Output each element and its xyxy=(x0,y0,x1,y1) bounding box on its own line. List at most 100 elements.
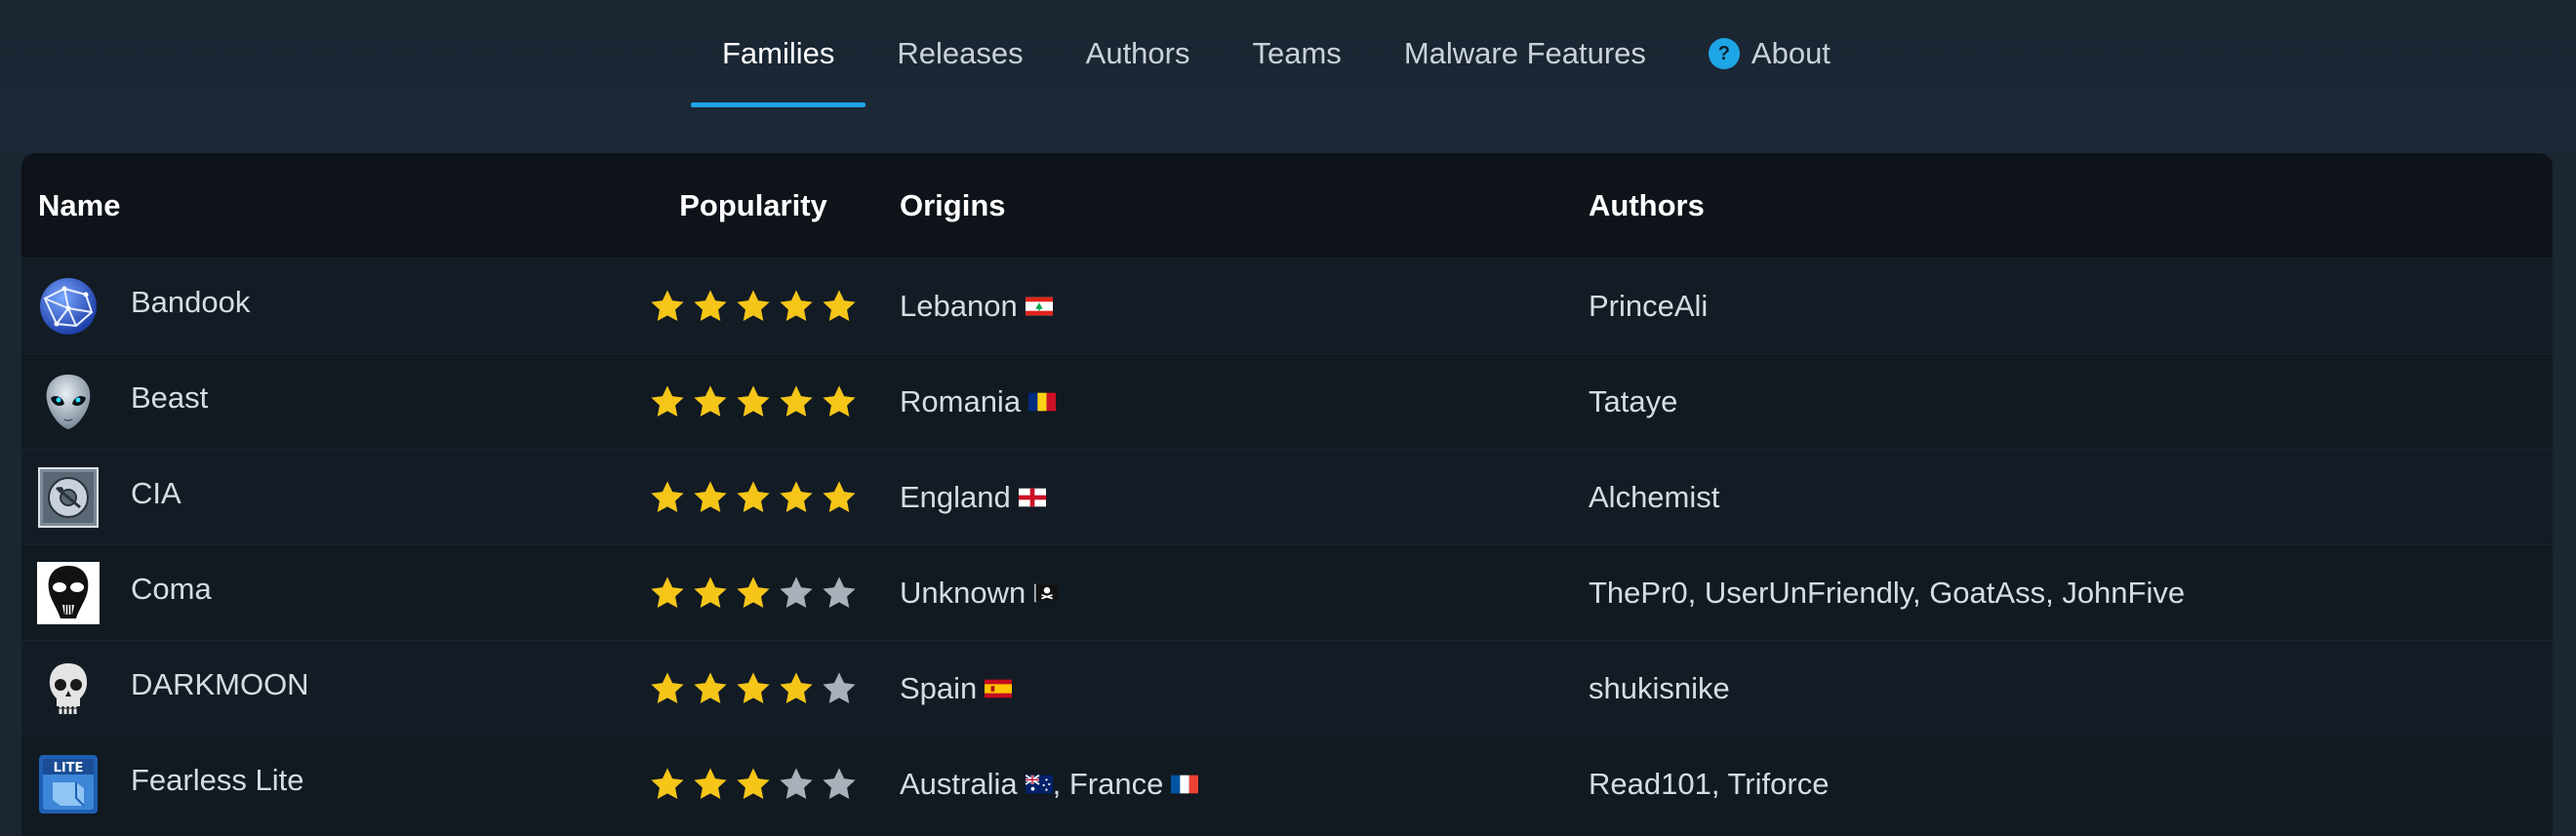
star-filled-icon xyxy=(692,670,729,707)
table-body: Bandook Lebanon PrinceAli Beast Romania … xyxy=(21,258,2553,831)
origin-item[interactable]: France xyxy=(1068,766,1199,802)
origin-country: Romania xyxy=(900,383,1022,418)
family-name-link[interactable]: CIA xyxy=(131,476,181,511)
star-filled-icon xyxy=(692,288,729,325)
star-empty-icon xyxy=(778,575,815,612)
star-filled-icon xyxy=(821,288,858,325)
star-filled-icon xyxy=(735,479,772,516)
star-filled-icon xyxy=(778,479,815,516)
author-link[interactable]: Read101 xyxy=(1589,767,1711,801)
star-filled-icon xyxy=(735,575,772,612)
author-link[interactable]: Tataye xyxy=(1589,384,1677,418)
alien-icon xyxy=(46,374,91,429)
nav-tabs: Families Releases Authors Teams Malware … xyxy=(691,0,1862,107)
star-rating xyxy=(649,575,858,612)
tab-label: Authors xyxy=(1085,36,1190,70)
star-filled-icon xyxy=(649,479,686,516)
family-name-link[interactable]: Fearless Lite xyxy=(131,763,303,798)
pirate-flag-icon xyxy=(1034,583,1059,602)
star-filled-icon xyxy=(735,288,772,325)
origin-country: France xyxy=(1068,766,1164,801)
disc-icon xyxy=(38,466,99,528)
star-filled-icon xyxy=(821,383,858,420)
family-name-link[interactable]: Coma xyxy=(131,572,212,607)
author-link[interactable]: GoatAss xyxy=(1929,576,2045,610)
author-separator: , xyxy=(1711,766,1728,801)
table-row[interactable]: LITE Fearless Lite Australia , France Re… xyxy=(21,736,2553,831)
tab-label: Families xyxy=(722,36,835,70)
origin-country: Spain xyxy=(900,670,978,705)
table-row[interactable]: Beast Romania Tataye xyxy=(21,353,2553,449)
tab-releases[interactable]: Releases xyxy=(865,0,1054,107)
author-link[interactable]: Triforce xyxy=(1728,767,1830,801)
table-row[interactable]: CIA England Alchemist xyxy=(21,449,2553,544)
star-filled-icon xyxy=(778,670,815,707)
star-filled-icon xyxy=(649,670,686,707)
origin-country: Unknown xyxy=(900,575,1026,610)
globe-icon xyxy=(40,277,97,335)
tab-about[interactable]: ? About xyxy=(1677,0,1862,107)
table-row[interactable]: Coma Unknown ThePr0, UserUnFriendly, Goa… xyxy=(21,544,2553,640)
tab-malware-features[interactable]: Malware Features xyxy=(1373,0,1677,107)
star-rating xyxy=(649,479,858,516)
star-rating xyxy=(649,766,858,803)
origin-country: England xyxy=(900,479,1011,514)
author-link[interactable]: ThePr0 xyxy=(1589,576,1688,610)
tab-label: Releases xyxy=(897,36,1024,70)
star-filled-icon xyxy=(778,288,815,325)
author-link[interactable]: UserUnFriendly xyxy=(1705,576,1912,610)
star-empty-icon xyxy=(821,670,858,707)
author-link[interactable]: PrinceAli xyxy=(1589,289,1708,323)
origin-item[interactable]: Unknown xyxy=(900,576,1061,611)
header-authors[interactable]: Authors xyxy=(1589,188,2553,223)
australia-flag-icon xyxy=(1025,774,1053,793)
table-header: Name Popularity Origins Authors xyxy=(21,153,2553,258)
star-filled-icon xyxy=(692,575,729,612)
family-name-link[interactable]: DARKMOON xyxy=(131,667,309,702)
spain-flag-icon xyxy=(985,679,1013,697)
france-flag-icon xyxy=(1171,775,1199,793)
origin-item[interactable]: Australia xyxy=(900,767,1053,802)
star-empty-icon xyxy=(778,766,815,803)
table-row[interactable]: DARKMOON Spain shukisnike xyxy=(21,640,2553,736)
lite-box-icon: LITE xyxy=(39,754,98,814)
tab-authors[interactable]: Authors xyxy=(1055,0,1222,107)
star-empty-icon xyxy=(821,766,858,803)
origin-item[interactable]: Lebanon xyxy=(900,289,1053,324)
romania-flag-icon xyxy=(1028,392,1057,411)
star-filled-icon xyxy=(821,479,858,516)
origin-country: Lebanon xyxy=(900,288,1018,323)
table-row[interactable]: Bandook Lebanon PrinceAli xyxy=(21,258,2553,353)
tab-label: About xyxy=(1751,36,1831,70)
author-link[interactable]: Alchemist xyxy=(1589,480,1719,514)
author-link[interactable]: JohnFive xyxy=(2062,576,2185,610)
star-filled-icon xyxy=(735,766,772,803)
family-name-link[interactable]: Beast xyxy=(131,380,208,416)
author-separator: , xyxy=(1912,575,1930,610)
star-filled-icon xyxy=(735,670,772,707)
author-separator: , xyxy=(2045,575,2063,610)
tab-label: Malware Features xyxy=(1403,36,1646,70)
header-popularity[interactable]: Popularity xyxy=(607,188,900,223)
tab-teams[interactable]: Teams xyxy=(1222,0,1373,107)
families-table: Name Popularity Origins Authors Bandook xyxy=(21,153,2553,836)
star-filled-icon xyxy=(692,479,729,516)
star-filled-icon xyxy=(649,383,686,420)
header-origins[interactable]: Origins xyxy=(900,188,1589,223)
origin-item[interactable]: Romania xyxy=(900,383,1057,419)
star-rating xyxy=(649,670,858,707)
tab-families[interactable]: Families xyxy=(691,0,866,107)
origin-item[interactable]: England xyxy=(900,480,1046,515)
tab-label: Teams xyxy=(1252,36,1342,70)
header-name[interactable]: Name xyxy=(21,188,607,223)
origin-item[interactable]: Spain xyxy=(900,670,1013,706)
svg-text:LITE: LITE xyxy=(54,761,84,776)
author-link[interactable]: shukisnike xyxy=(1589,671,1730,705)
family-name-link[interactable]: Bandook xyxy=(131,285,250,320)
star-rating xyxy=(649,288,858,325)
star-filled-icon xyxy=(735,383,772,420)
star-rating xyxy=(649,383,858,420)
star-filled-icon xyxy=(778,383,815,420)
skull-icon xyxy=(49,662,88,714)
star-empty-icon xyxy=(821,575,858,612)
